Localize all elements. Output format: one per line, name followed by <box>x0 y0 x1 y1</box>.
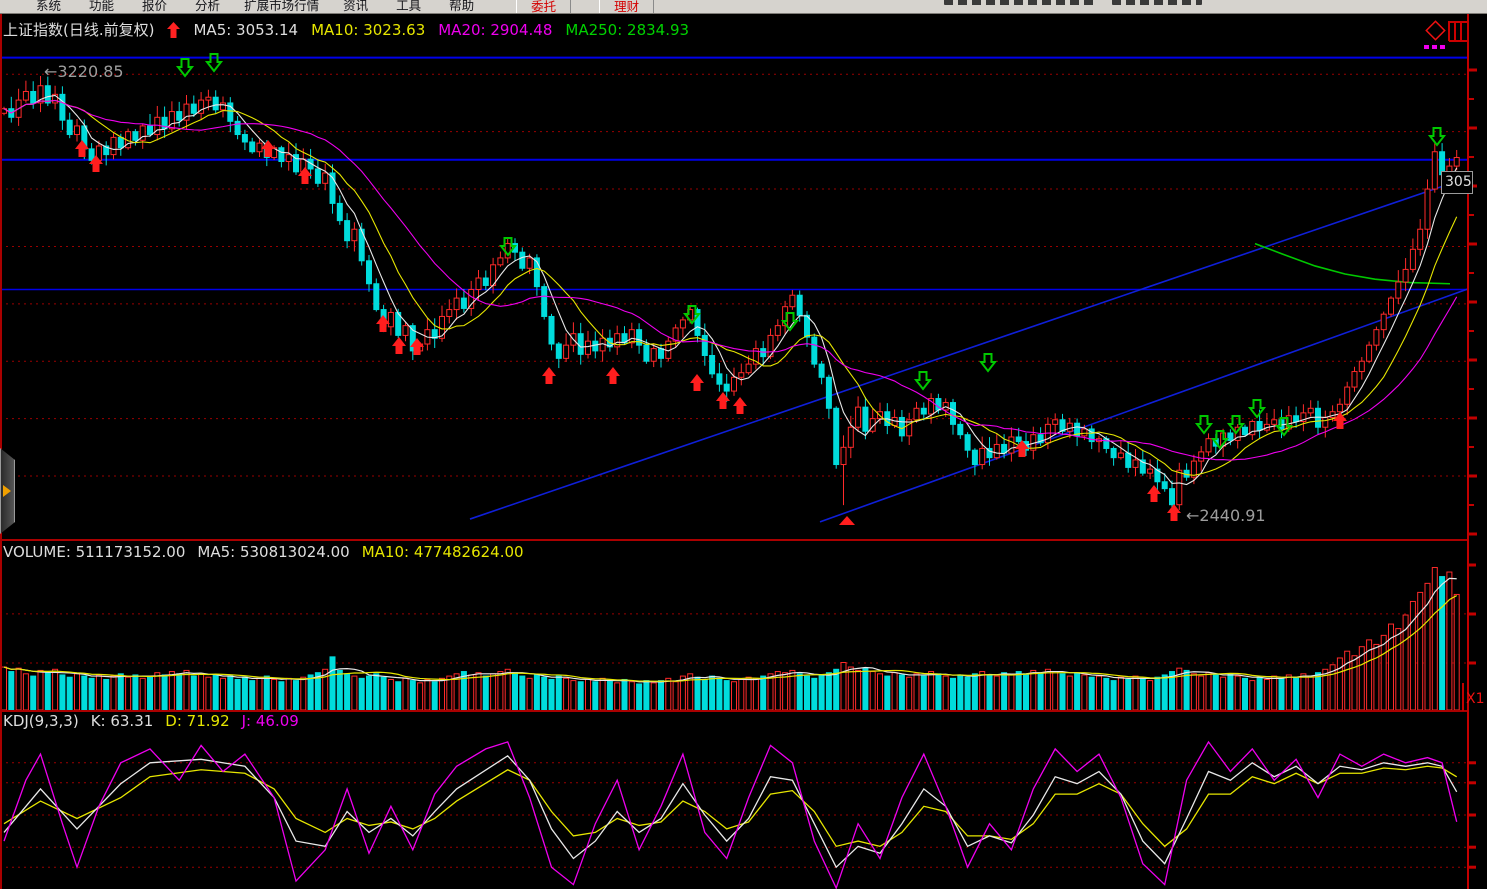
buy-arrow-icon <box>542 367 556 384</box>
menu-item-analysis[interactable]: 分析 <box>181 0 234 14</box>
trading-app-window: { "menubar": { "items": ["系统","功能","报价",… <box>0 0 1487 889</box>
sell-arrow-icon <box>207 54 221 71</box>
menu-item-help[interactable]: 帮助 <box>435 0 488 14</box>
sell-arrow-icon <box>1430 128 1444 145</box>
buy-arrow-icon <box>690 374 704 391</box>
menu-item-function[interactable]: 功能 <box>75 0 128 14</box>
zoom-x1-label: X1 <box>1466 691 1485 707</box>
sell-arrow-icon <box>1250 400 1264 417</box>
kdj-k-line <box>4 756 1457 867</box>
menu-item-news[interactable]: 资讯 <box>329 0 382 14</box>
kdj-j-value: J: 46.09 <box>242 712 299 730</box>
buy-arrow-icon <box>716 392 730 409</box>
menubar: 系统 功能 报价 分析 扩展市场行情 资讯 工具 帮助 委托 理财 <box>0 0 1487 14</box>
volume-ma10-value: MA10: 477482624.00 <box>362 543 524 561</box>
split-window-icon <box>1449 22 1467 41</box>
sell-arrow-icon <box>1197 416 1211 433</box>
diamond-icon <box>1426 21 1444 39</box>
buy-arrow-icon <box>298 167 312 184</box>
buy-arrow-icon <box>392 337 406 354</box>
volume-pane-layer <box>2 568 1460 710</box>
buy-arrow-icon <box>606 367 620 384</box>
gridlines-layer <box>0 58 1468 868</box>
price-pane-header: 上证指数(日线.前复权) MA5: 3053.14 MA10: 3023.63 … <box>3 19 689 40</box>
menu-item-quotes[interactable]: 报价 <box>128 0 181 14</box>
kdj-k-value: K: 63.31 <box>91 712 154 730</box>
wealth-button[interactable]: 理财 <box>599 0 654 14</box>
volume-value: VOLUME: 511173152.00 <box>3 543 185 561</box>
volume-pane-header: VOLUME: 511173152.00 MA5: 530813024.00 M… <box>3 543 524 561</box>
peak-price-label: ←3220.85 <box>44 62 124 81</box>
dots-icon <box>1440 45 1445 49</box>
chart-canvas[interactable] <box>0 0 1487 889</box>
dots-icon <box>1432 45 1437 49</box>
last-price-tag: 305 <box>1441 171 1473 194</box>
kdj-d-line <box>4 766 1457 846</box>
ma10-value: MA10: 3023.63 <box>311 21 425 39</box>
buy-arrow-icon <box>1147 485 1161 502</box>
kdj-d-value: D: 71.92 <box>165 712 229 730</box>
sell-arrow-icon <box>916 372 930 389</box>
ma5-value: MA5: 3053.14 <box>193 21 298 39</box>
menu-item-system[interactable]: 系统 <box>22 0 75 14</box>
kdj-pane-header: KDJ(9,3,3) K: 63.31 D: 71.92 J: 46.09 <box>3 712 299 730</box>
symbol-title: 上证指数(日线.前复权) <box>3 19 154 40</box>
borders-axis-layer <box>0 14 1477 889</box>
kdj-name: KDJ(9,3,3) <box>3 712 79 730</box>
kdj-pane-layer <box>4 742 1457 888</box>
sell-arrow-icon <box>981 354 995 371</box>
menubar-illegible-text <box>944 0 1094 5</box>
ma20-value: MA20: 2904.48 <box>438 21 552 39</box>
trough-price-label: ←2440.91 <box>1186 506 1266 525</box>
candlesticks <box>2 76 1460 511</box>
expand-arrow-icon <box>3 485 11 497</box>
buy-arrow-icon <box>733 397 747 414</box>
volume-ma5-value: MA5: 530813024.00 <box>197 543 349 561</box>
menu-item-ext-market[interactable]: 扩展市场行情 <box>234 0 329 14</box>
kdj-j-line <box>4 742 1457 888</box>
red-up-arrow-icon <box>167 22 180 38</box>
low-marker-icon <box>839 516 855 525</box>
trade-button[interactable]: 委托 <box>516 0 571 14</box>
sell-arrow-icon <box>178 59 192 76</box>
menu-item-tools[interactable]: 工具 <box>382 0 435 14</box>
sidebar-expand-handle[interactable] <box>0 448 15 534</box>
menubar-illegible-text-2 <box>1112 0 1202 5</box>
ma250-value: MA250: 2834.93 <box>565 21 689 39</box>
pane-tool-icons <box>1424 21 1467 49</box>
dots-icon <box>1424 45 1429 49</box>
